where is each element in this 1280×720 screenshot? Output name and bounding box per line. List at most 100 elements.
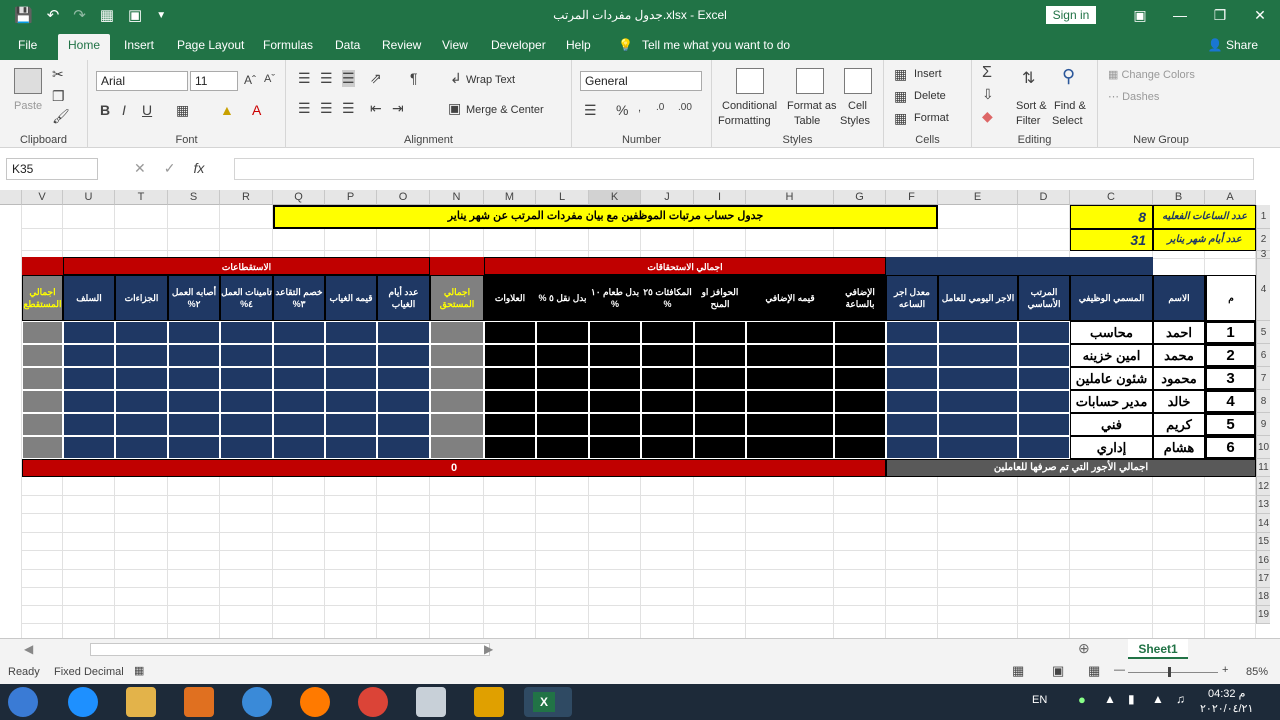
tab-help[interactable]: Help — [566, 38, 591, 52]
emp-data-cell[interactable] — [938, 390, 1018, 413]
emp-data-cell[interactable] — [377, 344, 430, 367]
emp-data-cell[interactable] — [1018, 367, 1070, 390]
select-all-corner[interactable] — [0, 190, 22, 205]
emp-data-cell[interactable] — [484, 436, 536, 459]
emp-data-cell[interactable] — [938, 413, 1018, 436]
paste-icon[interactable] — [14, 68, 42, 94]
fill-icon[interactable]: ⇩ — [982, 86, 994, 103]
column-header-n[interactable]: N — [430, 190, 484, 205]
tab-insert[interactable]: Insert — [124, 38, 154, 52]
minimize-icon[interactable]: — — [1160, 0, 1200, 30]
column-header-b[interactable]: B — [1153, 190, 1205, 205]
emp-data-cell[interactable] — [325, 321, 377, 344]
emp-data-cell[interactable] — [641, 436, 694, 459]
emp-data-cell[interactable] — [589, 390, 641, 413]
column-header-e[interactable]: E — [938, 190, 1018, 205]
emp-data-cell[interactable] — [115, 321, 168, 344]
align-bottom-icon[interactable]: ☰ — [342, 70, 355, 87]
tray-arrow-icon[interactable]: ▲ — [1104, 692, 1116, 706]
row-header-8[interactable]: 8 — [1256, 390, 1270, 413]
emp-data-cell[interactable] — [220, 344, 273, 367]
find-select-button-2[interactable]: Select — [1052, 115, 1083, 127]
hours-value-cell[interactable]: 8 — [1070, 205, 1153, 229]
number-format-select[interactable]: General — [580, 71, 702, 91]
row-header-5[interactable]: 5 — [1256, 321, 1270, 344]
column-header-cell-p[interactable]: قيمه الغياب — [325, 275, 377, 321]
emp-name-cell[interactable]: محمد — [1153, 344, 1205, 367]
italic-button[interactable]: I — [122, 102, 126, 118]
horizontal-scrollbar[interactable] — [90, 643, 490, 656]
emp-data-cell[interactable] — [886, 390, 938, 413]
cell-styles-icon[interactable] — [844, 68, 872, 94]
format-as-table-button-2[interactable]: Table — [794, 115, 820, 127]
row-header-11[interactable]: 11 — [1256, 459, 1270, 477]
percent-icon[interactable]: % — [616, 102, 628, 118]
underline-button[interactable]: U — [142, 102, 152, 118]
emp-data-cell[interactable] — [325, 436, 377, 459]
emp-data-cell[interactable] — [273, 321, 325, 344]
emp-data-cell[interactable] — [589, 344, 641, 367]
tab-developer[interactable]: Developer — [491, 38, 546, 52]
emp-data-cell[interactable] — [430, 390, 484, 413]
emp-data-cell[interactable] — [430, 321, 484, 344]
orientation-icon[interactable]: ⇗ — [370, 70, 382, 87]
emp-name-cell[interactable]: خالد — [1153, 390, 1205, 413]
emp-data-cell[interactable] — [1018, 413, 1070, 436]
column-header-cell-a[interactable]: م — [1205, 275, 1256, 321]
emp-data-cell[interactable] — [641, 321, 694, 344]
emp-data-cell[interactable] — [834, 436, 886, 459]
ie-icon[interactable] — [68, 687, 98, 717]
emp-data-cell[interactable] — [63, 344, 115, 367]
column-header-p[interactable]: P — [325, 190, 377, 205]
column-header-cell-r[interactable]: تامينات العمل ٤% — [220, 275, 273, 321]
emp-name-cell[interactable]: احمد — [1153, 321, 1205, 344]
emp-data-cell[interactable] — [484, 344, 536, 367]
emp-data-cell[interactable] — [484, 367, 536, 390]
macro-record-icon[interactable]: ▦ — [134, 664, 144, 677]
emp-data-cell[interactable] — [220, 436, 273, 459]
cell-styles-button-2[interactable]: Styles — [840, 115, 870, 127]
font-color-icon[interactable]: A — [252, 102, 261, 118]
format-as-table-button[interactable]: Format as — [787, 100, 837, 112]
emp-data-cell[interactable] — [694, 321, 746, 344]
hours-label-cell[interactable]: عدد الساعات الفعليه — [1153, 205, 1256, 229]
emp-data-cell[interactable] — [377, 390, 430, 413]
days-value-cell[interactable]: 31 — [1070, 229, 1153, 251]
column-header-l[interactable]: L — [536, 190, 589, 205]
emp-data-cell[interactable] — [536, 436, 589, 459]
sort-filter-button-2[interactable]: Filter — [1016, 115, 1040, 127]
formula-input[interactable] — [234, 158, 1254, 180]
column-header-cell-c[interactable]: المسمي الوظيفي — [1070, 275, 1153, 321]
emp-num-cell[interactable]: 1 — [1205, 321, 1256, 344]
rtl-icon[interactable]: ¶ — [410, 70, 418, 86]
merge-icon[interactable]: ▣ — [448, 100, 461, 117]
row-header-13[interactable]: 13 — [1256, 496, 1270, 514]
emp-data-cell[interactable] — [325, 367, 377, 390]
emp-data-cell[interactable] — [168, 436, 220, 459]
column-header-o[interactable]: O — [377, 190, 430, 205]
emp-data-cell[interactable] — [430, 344, 484, 367]
column-header-u[interactable]: U — [63, 190, 115, 205]
insert-cells-icon[interactable]: ▦ — [894, 66, 907, 83]
borders-icon[interactable]: ▦ — [176, 102, 189, 119]
column-header-h[interactable]: H — [746, 190, 834, 205]
chrome-icon[interactable] — [358, 687, 388, 717]
column-header-q[interactable]: Q — [273, 190, 325, 205]
column-header-cell-t[interactable]: الجزاءات — [115, 275, 168, 321]
emp-data-cell[interactable] — [273, 344, 325, 367]
emp-data-cell[interactable] — [220, 367, 273, 390]
emp-data-cell[interactable] — [22, 436, 63, 459]
emp-data-cell[interactable] — [938, 436, 1018, 459]
wrap-text-icon[interactable]: ↲ — [450, 70, 462, 87]
wrap-text-button[interactable]: Wrap Text — [466, 74, 515, 86]
emp-data-cell[interactable] — [834, 344, 886, 367]
format-as-table-icon[interactable] — [796, 68, 824, 94]
clock-date[interactable]: ٢٠٢٠/٠٤/٢١ — [1200, 702, 1253, 715]
align-top-icon[interactable]: ☰ — [298, 70, 311, 87]
new-sheet-icon[interactable]: ⊕ — [1078, 640, 1090, 657]
zoom-in-icon[interactable]: + — [1222, 664, 1228, 676]
align-middle-icon[interactable]: ☰ — [320, 70, 333, 87]
currency-icon[interactable]: ☰ — [584, 102, 597, 119]
emp-data-cell[interactable] — [168, 321, 220, 344]
emp-title-cell[interactable]: محاسب — [1070, 321, 1153, 344]
